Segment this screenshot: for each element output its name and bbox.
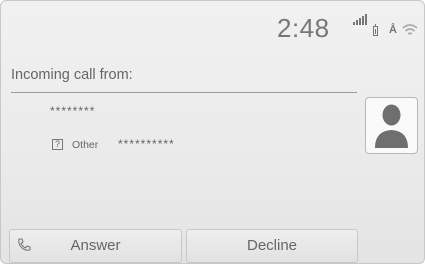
number-type-label: Other bbox=[72, 139, 99, 151]
caller-name: ******** bbox=[50, 104, 96, 118]
header-divider bbox=[11, 92, 357, 93]
caller-avatar bbox=[365, 97, 418, 154]
decline-button[interactable]: Decline bbox=[186, 229, 358, 263]
number-type-icon: ? bbox=[52, 139, 63, 150]
answer-label: Answer bbox=[70, 237, 121, 254]
decline-label: Decline bbox=[246, 237, 298, 254]
status-bar: 2:48 Å bbox=[1, 1, 425, 45]
phone-icon bbox=[18, 238, 31, 251]
phone-screen: 2:48 Å Incoming call from: ******** ? Ot… bbox=[0, 0, 425, 264]
battery-icon bbox=[373, 24, 378, 36]
answer-button[interactable]: Answer bbox=[9, 229, 182, 263]
wifi-icon bbox=[402, 23, 418, 42]
incoming-call-heading: Incoming call from: bbox=[11, 67, 133, 83]
clock: 2:48 bbox=[277, 13, 330, 43]
caller-number: ********** bbox=[118, 137, 175, 151]
bluetooth-icon: Å bbox=[389, 24, 397, 36]
person-silhouette-icon bbox=[375, 104, 408, 148]
